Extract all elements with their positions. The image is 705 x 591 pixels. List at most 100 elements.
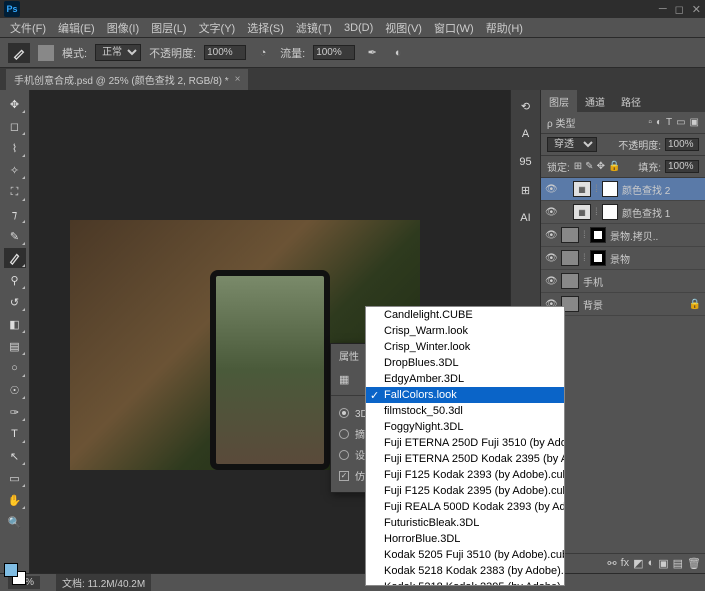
filter-smart-icon[interactable]: ▣ [690, 117, 699, 128]
lut-option[interactable]: Crisp_Warm.look [366, 323, 564, 339]
crop-tool[interactable]: ⛶ [4, 182, 26, 202]
props-tab[interactable]: 属性 [331, 344, 367, 367]
al-icon[interactable]: AI [515, 208, 537, 228]
layer-row[interactable]: 👁▦⁞颜色查找 1 [541, 201, 705, 224]
brush-tool[interactable] [4, 248, 26, 268]
filter-adj-icon[interactable]: ◐ [656, 117, 662, 128]
menu-item[interactable]: 视图(V) [381, 18, 426, 38]
minimize-icon[interactable]: ─ [659, 3, 667, 16]
pressure-opacity-icon[interactable]: ◔ [254, 44, 272, 62]
shape-tool[interactable]: ▭ [4, 468, 26, 488]
lut-option[interactable]: filmstock_50.3dl [366, 403, 564, 419]
color-swatches[interactable] [4, 563, 26, 585]
lut-option[interactable]: Candlelight.CUBE [366, 307, 564, 323]
quick-select-tool[interactable]: ✧ [4, 160, 26, 180]
fill-input[interactable] [665, 160, 699, 173]
menu-item[interactable]: 选择(S) [243, 18, 288, 38]
lut-option[interactable]: FallColors.look [366, 387, 564, 403]
95-icon[interactable]: 95 [515, 152, 537, 172]
eyedropper-tool[interactable]: ⁊ [4, 204, 26, 224]
visibility-icon[interactable]: 👁 [545, 184, 557, 195]
menu-item[interactable]: 图像(I) [103, 18, 143, 38]
move-tool[interactable]: ✥ [4, 94, 26, 114]
gradient-tool[interactable]: ▤ [4, 336, 26, 356]
menu-item[interactable]: 滤镜(T) [292, 18, 336, 38]
blur-tool[interactable]: ○ [4, 358, 26, 378]
delete-layer-icon[interactable]: 🗑 [687, 557, 701, 570]
zoom-tool[interactable]: 🔍 [4, 512, 26, 532]
lasso-tool[interactable]: ⌇ [4, 138, 26, 158]
eraser-tool[interactable]: ◧ [4, 314, 26, 334]
type-tool[interactable]: T [4, 424, 26, 444]
visibility-icon[interactable]: 👁 [545, 207, 557, 218]
document-tab[interactable]: 手机创意合成.psd @ 25% (颜色查找 2, RGB/8) * × [6, 69, 248, 90]
link-layers-icon[interactable]: ⚯ [607, 557, 616, 570]
filter-shape-icon[interactable]: ▭ [676, 117, 685, 128]
menu-item[interactable]: 图层(L) [147, 18, 190, 38]
menu-item[interactable]: 窗口(W) [430, 18, 478, 38]
layer-fx-icon[interactable]: fx [621, 557, 630, 570]
dodge-tool[interactable]: ☉ [4, 380, 26, 400]
panel-tab[interactable]: 路径 [613, 90, 649, 113]
mode-select[interactable]: 正常 [95, 44, 141, 61]
marquee-tool[interactable]: ◻ [4, 116, 26, 136]
lut-option[interactable]: HorrorBlue.3DL [366, 531, 564, 547]
visibility-icon[interactable]: 👁 [545, 276, 557, 287]
doc-info[interactable]: 文档: 11.2M/40.2M [56, 574, 151, 591]
lock-position-icon[interactable]: ✥ [597, 161, 605, 172]
close-tab-icon[interactable]: × [235, 74, 241, 85]
path-select-tool[interactable]: ↖ [4, 446, 26, 466]
flow-input[interactable] [313, 45, 355, 60]
layer-mask-icon[interactable]: ◩ [633, 557, 643, 570]
opacity-input[interactable] [204, 45, 246, 60]
brush-tool-preset-icon[interactable] [8, 43, 30, 63]
menu-item[interactable]: 帮助(H) [482, 18, 527, 38]
layer-row[interactable]: 👁背景🔒 [541, 293, 705, 316]
lut-dropdown-list[interactable]: Candlelight.CUBECrisp_Warm.lookCrisp_Win… [365, 306, 565, 586]
visibility-icon[interactable]: 👁 [545, 253, 557, 264]
lock-all-icon[interactable]: 🔒 [608, 161, 620, 172]
brush-preview[interactable] [38, 45, 54, 61]
lut-option[interactable]: EdgyAmber.3DL [366, 371, 564, 387]
lut-option[interactable]: FuturisticBleak.3DL [366, 515, 564, 531]
airbrush-icon[interactable]: ✒ [363, 44, 381, 62]
layer-row[interactable]: 👁⁞景物.拷贝.. [541, 224, 705, 247]
stamp-tool[interactable]: ⚲ [4, 270, 26, 290]
new-layer-icon[interactable]: ▤ [673, 557, 683, 570]
layer-row[interactable]: 👁▦⁞颜色查找 2 [541, 178, 705, 201]
menu-item[interactable]: 文字(Y) [195, 18, 240, 38]
lut-option[interactable]: Kodak 5218 Kodak 2395 (by Adobe).cube [366, 579, 564, 586]
history-icon[interactable]: ⟲ [515, 96, 537, 116]
panel-tab[interactable]: 通道 [577, 90, 613, 113]
visibility-icon[interactable]: 👁 [545, 230, 557, 241]
layer-row[interactable]: 👁手机 [541, 270, 705, 293]
new-adjustment-icon[interactable]: ◐ [648, 557, 655, 570]
lut-option[interactable]: DropBlues.3DL [366, 355, 564, 371]
lut-option[interactable]: FoggyNight.3DL [366, 419, 564, 435]
lut-option[interactable]: Fuji REALA 500D Kodak 2393 (by Adobe).cu… [366, 499, 564, 515]
lut-option[interactable]: Crisp_Winter.look [366, 339, 564, 355]
layer-opacity-input[interactable] [665, 138, 699, 151]
dither-checkbox[interactable]: ✓ [339, 471, 349, 481]
lut-option[interactable]: Fuji ETERNA 250D Kodak 2395 (by Adobe).c… [366, 451, 564, 467]
healing-tool[interactable]: ✎ [4, 226, 26, 246]
close-icon[interactable]: ✕ [692, 3, 701, 16]
lock-pixels-icon[interactable]: ✎ [585, 161, 593, 172]
lut-option[interactable]: Kodak 5205 Fuji 3510 (by Adobe).cube [366, 547, 564, 563]
menu-item[interactable]: 文件(F) [6, 18, 50, 38]
pen-tool[interactable]: ✑ [4, 402, 26, 422]
panel-tab[interactable]: 图层 [541, 90, 577, 113]
maximize-icon[interactable]: ◻ [675, 3, 684, 16]
blend-mode-select[interactable]: 穿透 [547, 137, 597, 152]
hand-tool[interactable]: ✋ [4, 490, 26, 510]
new-group-icon[interactable]: ▣ [658, 557, 668, 570]
char-icon[interactable]: A [515, 124, 537, 144]
menu-item[interactable]: 编辑(E) [54, 18, 99, 38]
layer-row[interactable]: 👁⁞景物 [541, 247, 705, 270]
lut-option[interactable]: Fuji F125 Kodak 2395 (by Adobe).cube [366, 483, 564, 499]
swatches-icon[interactable]: ⊞ [515, 180, 537, 200]
lock-transparency-icon[interactable]: ⊞ [574, 161, 582, 172]
pressure-size-icon[interactable]: ◐ [389, 44, 407, 62]
menu-item[interactable]: 3D(D) [340, 20, 377, 36]
filter-type-icon[interactable]: T [666, 117, 672, 128]
